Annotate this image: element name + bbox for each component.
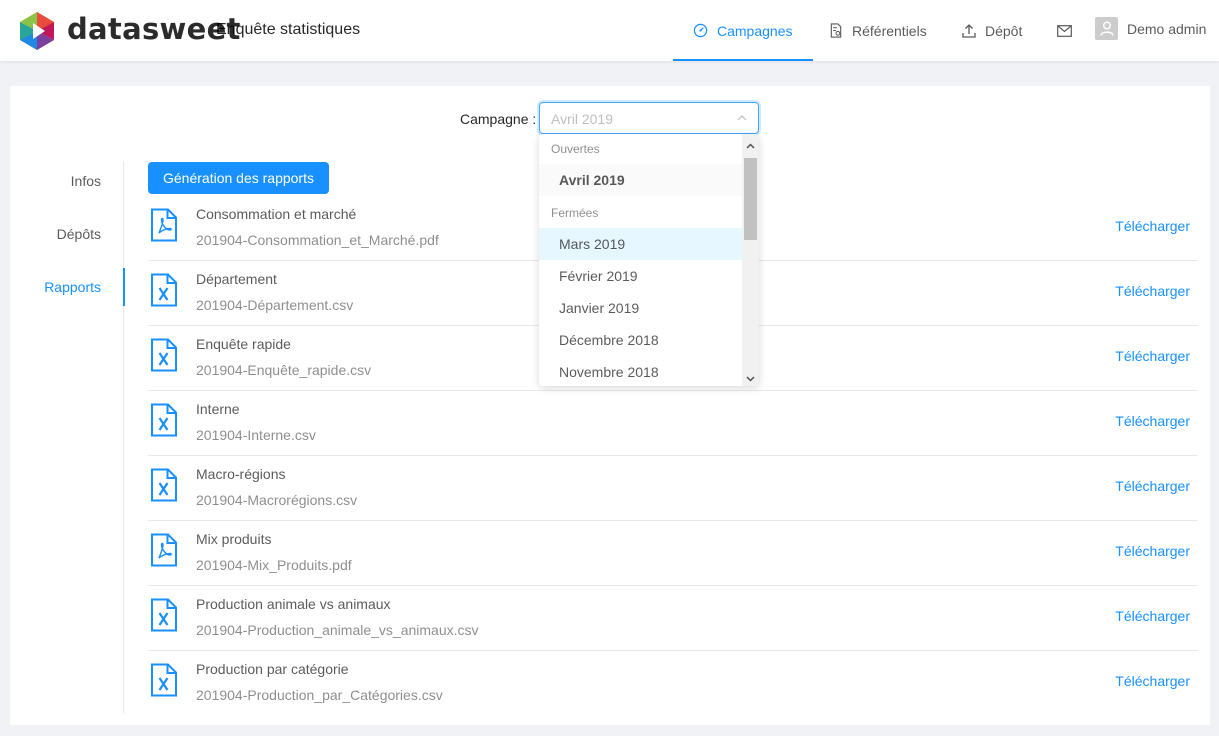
report-filename: 201904-Mix_Produits.pdf [196, 557, 352, 573]
download-link[interactable]: Télécharger [1115, 413, 1190, 429]
report-title: Département [196, 271, 277, 287]
user-name[interactable]: Demo admin [1127, 20, 1206, 38]
side-tabs: Infos Dépôts Rapports [10, 161, 125, 713]
upload-icon [962, 23, 976, 38]
report-title: Production animale vs animaux [196, 596, 391, 612]
dropdown-option[interactable]: Décembre 2018 [539, 324, 742, 356]
dropdown-option[interactable]: Janvier 2019 [539, 292, 742, 324]
campaign-dropdown: Ouvertes Avril 2019 Fermées Mars 2019 Fé… [539, 134, 759, 386]
tab-depots[interactable]: Dépôts [57, 224, 101, 244]
campaign-select[interactable]: Avril 2019 [539, 102, 759, 134]
mail-icon [1057, 24, 1072, 37]
file-excel-icon [150, 273, 178, 307]
download-link[interactable]: Télécharger [1115, 218, 1190, 234]
report-row: Mix produits 201904-Mix_Produits.pdf Téléc… [148, 521, 1198, 586]
report-title: Macro-régions [196, 466, 286, 482]
file-excel-icon [150, 338, 178, 372]
download-link[interactable]: Télécharger [1115, 348, 1190, 364]
report-filename: 201904-Production_par_Catégories.csv [196, 687, 443, 703]
nav-campagnes-label: Campagnes [717, 22, 793, 39]
report-title: Enquête rapide [196, 336, 291, 352]
nav-depot-label: Dépôt [985, 22, 1023, 39]
file-excel-icon [150, 468, 178, 502]
scroll-down-icon[interactable] [746, 374, 755, 383]
download-link[interactable]: Télécharger [1115, 608, 1190, 624]
report-filename: 201904-Interne.csv [196, 427, 316, 443]
report-filename: 201904-Production_animale_vs_animaux.csv [196, 622, 479, 638]
report-filename: 201904-Département.csv [196, 297, 354, 313]
tab-infos[interactable]: Infos [71, 171, 101, 191]
report-row: Production animale vs animaux 201904-Prod… [148, 586, 1198, 651]
app-title: Enquête statistiques [216, 21, 361, 38]
report-title: Mix produits [196, 531, 272, 547]
report-title: Production par catégorie [196, 661, 349, 677]
campaign-label: Campagne : [460, 111, 537, 127]
scroll-up-icon[interactable] [746, 142, 755, 151]
report-filename: 201904-Enquête_rapide.csv [196, 362, 372, 378]
dropdown-option[interactable]: Mars 2019 [539, 228, 742, 260]
report-title: Interne [196, 401, 240, 417]
campaign-select-value: Avril 2019 [551, 111, 614, 127]
tab-ink-bar [123, 268, 125, 306]
download-link[interactable]: Télécharger [1115, 478, 1190, 494]
dropdown-group-open: Ouvertes [551, 142, 600, 156]
report-title: Consommation et marché [196, 206, 357, 222]
brand-name: datasweet [67, 12, 241, 46]
file-excel-icon [150, 598, 178, 632]
chevron-up-icon [737, 115, 747, 121]
dropdown-option[interactable]: Février 2019 [539, 260, 742, 292]
user-icon [1099, 21, 1114, 36]
download-link[interactable]: Télécharger [1115, 543, 1190, 559]
tab-rapports[interactable]: Rapports [44, 277, 101, 297]
report-filename: 201904-Macrorégions.csv [196, 492, 358, 508]
dropdown-option[interactable]: Novembre 2018 [539, 356, 742, 386]
scrollbar-thumb[interactable] [744, 158, 757, 240]
report-row: Interne 201904-Interne.csv Télécharger [148, 391, 1198, 456]
file-search-icon [830, 23, 842, 38]
dropdown-scrollbar[interactable] [742, 134, 759, 386]
nav-referentiels[interactable]: Référentiels [829, 0, 927, 61]
nav-referentiels-label: Référentiels [852, 22, 927, 39]
mail-button[interactable] [1057, 0, 1081, 61]
datasweet-logo-icon[interactable] [17, 11, 57, 51]
dropdown-group-closed: Fermées [551, 206, 599, 220]
dropdown-option-selected[interactable]: Avril 2019 [539, 164, 742, 196]
nav-campagnes[interactable]: Campagnes [673, 0, 812, 61]
download-link[interactable]: Télécharger [1115, 283, 1190, 299]
file-excel-icon [150, 403, 178, 437]
file-pdf-icon [150, 208, 178, 242]
avatar[interactable] [1095, 17, 1118, 40]
report-filename: 201904-Consommation_et_Marché.pdf [196, 232, 439, 248]
dashboard-icon [693, 23, 708, 38]
file-excel-icon [150, 663, 178, 697]
download-link[interactable]: Télécharger [1115, 673, 1190, 689]
nav-depot[interactable]: Dépôt [962, 0, 1022, 61]
report-row: Production par catégorie 201904-Productio… [148, 651, 1198, 716]
report-row: Macro-régions 201904-Macrorégions.csv Télé… [148, 456, 1198, 521]
file-pdf-icon [150, 533, 178, 567]
top-header: datasweet Enquête statistiques Campagnes… [0, 0, 1219, 61]
generate-reports-button[interactable]: Génération des rapports [148, 162, 329, 194]
